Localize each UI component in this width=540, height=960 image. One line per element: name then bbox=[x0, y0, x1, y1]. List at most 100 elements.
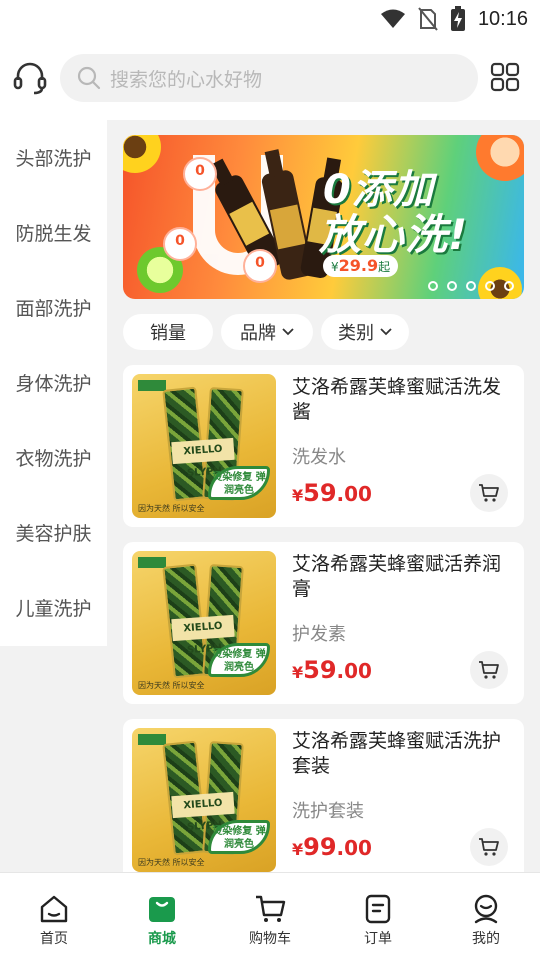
wifi-icon bbox=[380, 9, 405, 28]
orange-decoration bbox=[476, 135, 524, 181]
filter-brand[interactable]: 品牌 bbox=[221, 314, 313, 350]
banner-promo-tag: ¥29.9起 bbox=[323, 255, 399, 277]
sidebar-item-hair-care[interactable]: 头部洗护 bbox=[0, 120, 107, 195]
product-card[interactable]: XIELLO SLYPH 烫染修复 弹润亮色 因为天然 所以安全 艾洛希露芙蜂蜜… bbox=[123, 719, 524, 872]
product-card[interactable]: XIELLO SLYPH 烫染修复 弹润亮色 因为天然 所以安全 艾洛希露芙蜂蜜… bbox=[123, 542, 524, 704]
product-price: ¥59.00 bbox=[292, 656, 372, 684]
product-card[interactable]: XIELLO SLYPH 烫染修复 弹润亮色 因为天然 所以安全 艾洛希露芙蜂蜜… bbox=[123, 365, 524, 527]
price-decimal: .00 bbox=[336, 836, 372, 860]
profile-icon bbox=[474, 894, 498, 924]
sidebar-item-beauty-skincare[interactable]: 美容护肤 bbox=[0, 495, 107, 570]
carousel-indicator bbox=[428, 281, 514, 291]
carousel-dot[interactable] bbox=[428, 281, 438, 291]
product-category: 护发素 bbox=[292, 624, 346, 645]
product-image-slogan: 因为天然 所以安全 bbox=[138, 504, 205, 513]
cart-icon bbox=[479, 484, 499, 502]
nav-shop-label: 商城 bbox=[148, 931, 176, 947]
grid-icon[interactable] bbox=[490, 62, 520, 92]
sidebar-item-body-care[interactable]: 身体洗护 bbox=[0, 345, 107, 420]
cart-icon bbox=[479, 661, 499, 679]
banner-headline-2: 放心洗! bbox=[319, 210, 469, 259]
no-sim-icon bbox=[418, 7, 438, 31]
bottom-nav: 首页 商城 购物车 订单 我的 bbox=[0, 872, 540, 960]
filter-category[interactable]: 类别 bbox=[321, 314, 409, 350]
sidebar-filler bbox=[0, 646, 107, 872]
promo-currency: ¥ bbox=[331, 260, 339, 274]
search-input[interactable]: 搜索您的心水好物 bbox=[110, 65, 262, 92]
add-to-cart-button[interactable] bbox=[470, 651, 508, 689]
product-image-label: XIELLO SLYPH bbox=[171, 437, 235, 479]
product-name[interactable]: 艾洛希露芙蜂蜜赋活养润膏 bbox=[292, 552, 510, 602]
brand-tag bbox=[138, 380, 166, 391]
price-decimal: .00 bbox=[336, 482, 372, 506]
nav-cart-label: 购物车 bbox=[249, 931, 291, 947]
price-integer: 59 bbox=[303, 656, 337, 684]
category-sidebar: 头部洗护 防脱生发 面部洗护 身体洗护 衣物洗护 美容护肤 儿童洗护 bbox=[0, 120, 107, 646]
price-integer: 59 bbox=[303, 479, 337, 507]
product-image-label: XIELLO SLYPH bbox=[171, 791, 235, 833]
status-icons: 10:16 bbox=[380, 6, 528, 32]
filter-brand-label: 品牌 bbox=[240, 323, 276, 344]
nav-orders-label: 订单 bbox=[364, 931, 392, 947]
price-currency: ¥ bbox=[292, 663, 304, 682]
nav-orders[interactable]: 订单 bbox=[324, 873, 432, 960]
sidebar-item-laundry-care[interactable]: 衣物洗护 bbox=[0, 420, 107, 495]
brand-tag bbox=[138, 734, 166, 745]
promo-banner[interactable]: 0 0 0 0添加 放心洗! ¥29.9起 bbox=[123, 135, 524, 299]
product-category: 洗发水 bbox=[292, 447, 346, 468]
carousel-dot[interactable] bbox=[485, 281, 495, 291]
price-currency: ¥ bbox=[292, 486, 304, 505]
nav-home[interactable]: 首页 bbox=[0, 873, 108, 960]
product-name[interactable]: 艾洛希露芙蜂蜜赋活洗护套装 bbox=[292, 729, 510, 779]
product-panel: 0 0 0 0添加 放心洗! ¥29.9起 销量 品牌 类别 XIELLO SL… bbox=[107, 120, 540, 872]
price-decimal: .00 bbox=[336, 659, 372, 683]
flower-decoration bbox=[123, 135, 161, 173]
product-image[interactable]: XIELLO SLYPH 烫染修复 弹润亮色 因为天然 所以安全 bbox=[132, 728, 276, 872]
nav-home-label: 首页 bbox=[40, 931, 68, 947]
price-integer: 99 bbox=[303, 833, 337, 861]
product-category: 洗护套装 bbox=[292, 801, 364, 822]
chevron-down-icon bbox=[282, 328, 294, 336]
product-name[interactable]: 艾洛希露芙蜂蜜赋活洗发酱 bbox=[292, 375, 510, 425]
carousel-dot[interactable] bbox=[466, 281, 476, 291]
cart-icon bbox=[479, 838, 499, 856]
product-price: ¥99.00 bbox=[292, 833, 372, 861]
promo-suffix: 起 bbox=[378, 260, 391, 274]
add-to-cart-button[interactable] bbox=[470, 474, 508, 512]
search-icon bbox=[77, 66, 101, 90]
shop-bag-icon bbox=[149, 897, 175, 922]
headset-icon[interactable] bbox=[12, 60, 48, 96]
leaf-badge: 烫染修复 弹润亮色 bbox=[208, 820, 270, 854]
nav-profile-label: 我的 bbox=[472, 931, 500, 947]
promo-price: 29.9 bbox=[338, 256, 379, 275]
battery-charging-icon bbox=[450, 6, 465, 31]
product-image[interactable]: XIELLO SLYPH 烫染修复 弹润亮色 因为天然 所以安全 bbox=[132, 551, 276, 695]
sidebar-item-anti-hair-loss[interactable]: 防脱生发 bbox=[0, 195, 107, 270]
cart-icon bbox=[256, 895, 286, 922]
product-image-slogan: 因为天然 所以安全 bbox=[138, 858, 205, 867]
leaf-badge: 烫染修复 弹润亮色 bbox=[208, 466, 270, 500]
zero-badge: 0 bbox=[243, 249, 277, 283]
status-bar: 10:16 bbox=[0, 0, 540, 38]
product-image[interactable]: XIELLO SLYPH 烫染修复 弹润亮色 因为天然 所以安全 bbox=[132, 374, 276, 518]
carousel-dot[interactable] bbox=[504, 281, 514, 291]
search-bar[interactable]: 搜索您的心水好物 bbox=[60, 54, 478, 102]
status-time: 10:16 bbox=[477, 7, 528, 30]
nav-cart[interactable]: 购物车 bbox=[216, 873, 324, 960]
product-image-slogan: 因为天然 所以安全 bbox=[138, 681, 205, 690]
product-image-label: XIELLO SLYPH bbox=[171, 614, 235, 656]
chevron-down-icon bbox=[380, 328, 392, 336]
filter-sales-label: 销量 bbox=[150, 323, 186, 344]
sidebar-item-face-care[interactable]: 面部洗护 bbox=[0, 270, 107, 345]
price-currency: ¥ bbox=[292, 840, 304, 859]
filter-sales[interactable]: 销量 bbox=[123, 314, 213, 350]
nav-profile[interactable]: 我的 bbox=[432, 873, 540, 960]
home-icon bbox=[40, 895, 68, 923]
product-price: ¥59.00 bbox=[292, 479, 372, 507]
sidebar-item-kids-care[interactable]: 儿童洗护 bbox=[0, 570, 107, 645]
zero-badge: 0 bbox=[183, 157, 217, 191]
nav-shop[interactable]: 商城 bbox=[108, 873, 216, 960]
carousel-dot[interactable] bbox=[447, 281, 457, 291]
header: 搜索您的心水好物 bbox=[0, 38, 540, 120]
add-to-cart-button[interactable] bbox=[470, 828, 508, 866]
